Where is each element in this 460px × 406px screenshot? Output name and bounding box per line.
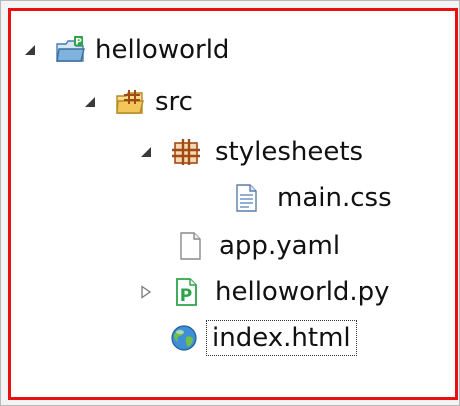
python-file-icon: P <box>171 277 201 307</box>
expanded-arrow-icon[interactable] <box>139 145 153 159</box>
tree-item-src[interactable]: src <box>83 79 193 125</box>
svg-text:P: P <box>180 286 192 306</box>
tree-item-index-html[interactable]: index.html <box>169 315 357 361</box>
screenshot-frame: P helloworld src stylesheets main.css ap… <box>0 0 460 406</box>
project-explorer-tree: P helloworld src stylesheets main.css ap… <box>8 8 458 400</box>
expanded-arrow-icon[interactable] <box>83 95 97 109</box>
collapsed-arrow-icon[interactable] <box>139 285 153 299</box>
source-folder-icon <box>115 87 145 117</box>
tree-item-label: index.html <box>206 320 357 356</box>
tree-item-helloworld-py[interactable]: P helloworld.py <box>139 269 390 315</box>
tree-item-stylesheets[interactable]: stylesheets <box>139 129 363 175</box>
tree-item-label: helloworld <box>95 35 230 65</box>
tree-item-helloworld[interactable]: P helloworld <box>23 27 229 73</box>
web-file-icon <box>169 323 199 353</box>
tree-item-label: src <box>155 87 193 117</box>
python-project-folder-icon: P <box>55 35 85 65</box>
tree-item-label: main.css <box>277 183 392 213</box>
svg-text:P: P <box>75 38 82 48</box>
expanded-arrow-icon[interactable] <box>23 43 37 57</box>
tree-item-app-yaml[interactable]: app.yaml <box>175 223 340 269</box>
tree-item-label: stylesheets <box>215 137 364 167</box>
tree-item-main-css[interactable]: main.css <box>231 175 392 221</box>
text-file-icon <box>231 183 261 213</box>
blank-file-icon <box>175 231 205 261</box>
tree-item-label: helloworld.py <box>215 277 390 307</box>
tree-item-label: app.yaml <box>219 231 341 261</box>
package-folder-icon <box>171 137 201 167</box>
